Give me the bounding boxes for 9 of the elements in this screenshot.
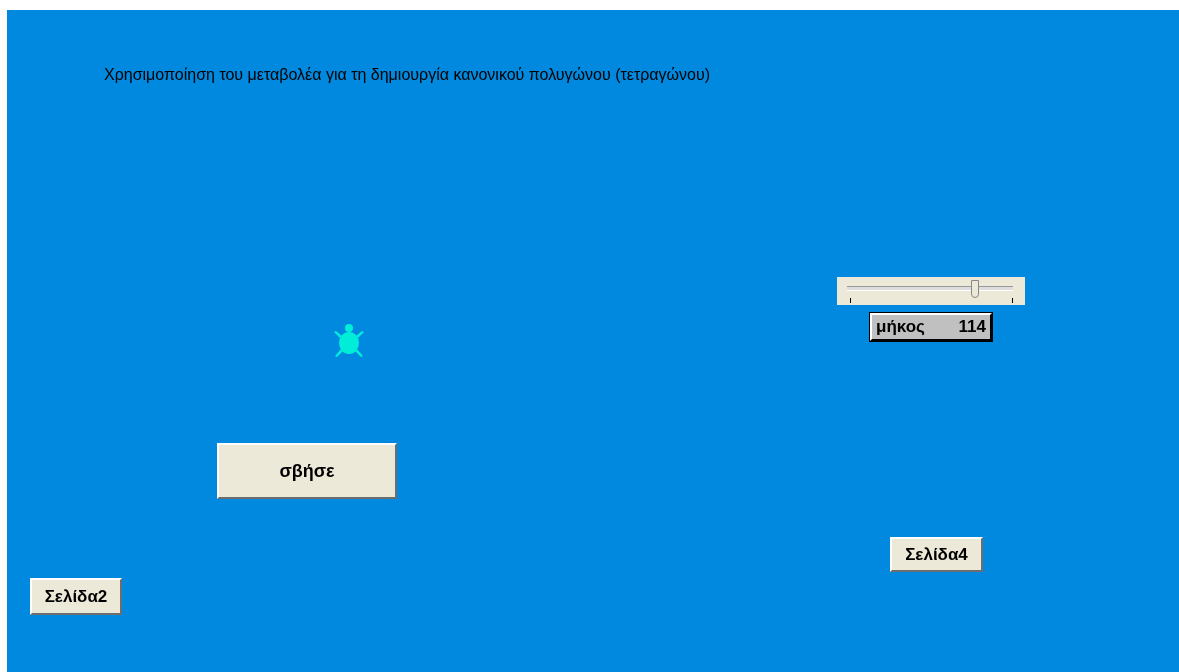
page-button[interactable]: Σελίδα4	[890, 537, 983, 572]
slider-label: μήκος	[876, 317, 925, 337]
slider-value: 114	[958, 317, 986, 337]
slider[interactable]	[837, 277, 1025, 305]
slider-thumb[interactable]	[970, 280, 979, 298]
page-button[interactable]: Σελίδα2	[30, 578, 122, 615]
page-title: Χρησιμοποίηση του μεταβολέα για τη δημιουργία κανονικού πολυγώνου (τετραγώνου)	[104, 66, 711, 84]
page-button[interactable]: σβήσε	[217, 443, 397, 499]
turtle-icon	[332, 322, 366, 360]
